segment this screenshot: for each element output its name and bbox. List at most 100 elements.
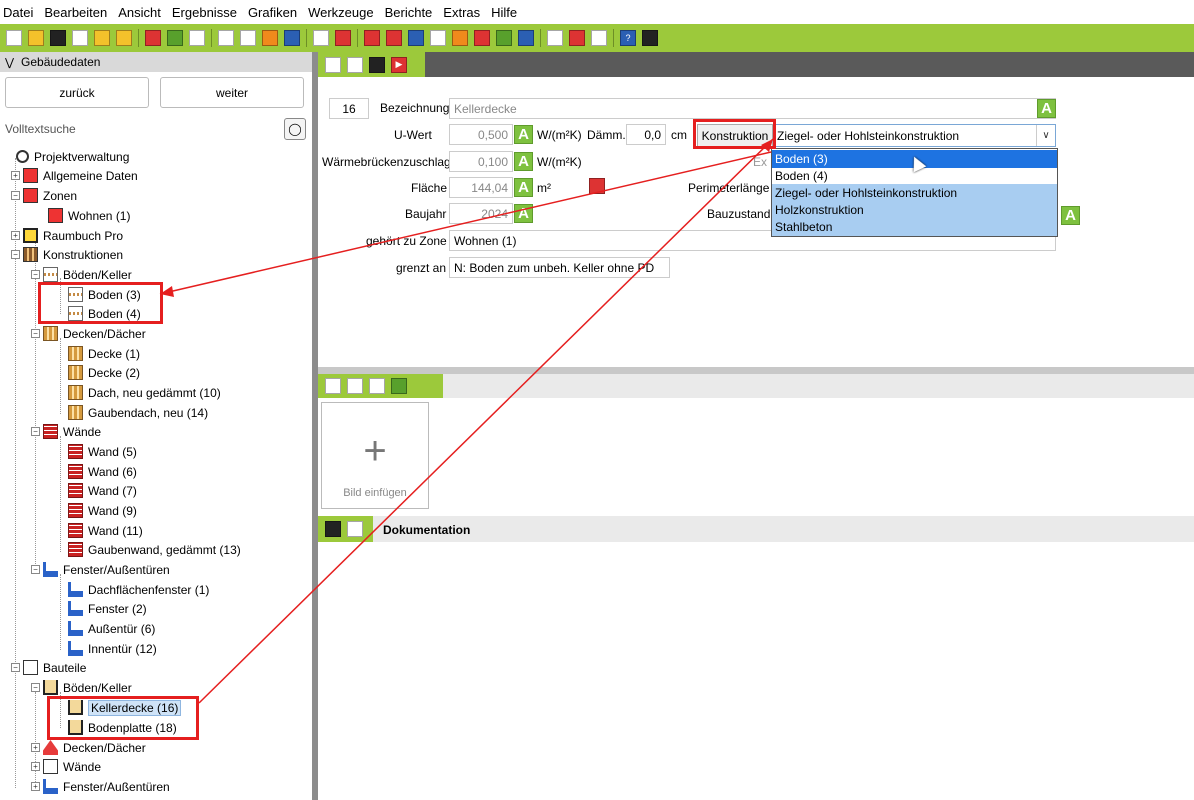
save-icon[interactable] bbox=[50, 30, 66, 46]
tree-item-konstruktionen[interactable]: − Konstruktionen bbox=[11, 245, 123, 264]
section-divider[interactable] bbox=[318, 367, 1194, 374]
save-icon[interactable] bbox=[325, 521, 341, 537]
flaeche-input[interactable]: 144,04 bbox=[449, 177, 513, 198]
tree-item-wand-5[interactable]: Wand (5) bbox=[68, 442, 137, 461]
chart-icon[interactable] bbox=[591, 30, 607, 46]
heat-icon[interactable] bbox=[364, 30, 380, 46]
dropdown-option[interactable]: Ziegel- oder Hohlsteinkonstruktion bbox=[772, 184, 1057, 202]
sum-icon[interactable] bbox=[262, 30, 278, 46]
menu-grafiken[interactable]: Grafiken bbox=[248, 5, 297, 20]
calculate-icon[interactable] bbox=[589, 178, 605, 194]
tree-item-decke-2[interactable]: Decke (2) bbox=[68, 363, 140, 382]
tree-item-innentuer-12[interactable]: Innentür (12) bbox=[68, 639, 157, 658]
tree-item-bauteile[interactable]: − Bauteile bbox=[11, 658, 86, 677]
menu-berichte[interactable]: Berichte bbox=[385, 5, 433, 20]
konstruktion-select[interactable]: Ziegel- oder Hohlsteinkonstruktion ∨ bbox=[773, 124, 1056, 147]
help-icon[interactable]: ? bbox=[620, 30, 636, 46]
wbz-input[interactable]: 0,100 bbox=[449, 151, 513, 172]
tree-item-waende[interactable]: − Wände bbox=[31, 422, 101, 441]
collapse-icon[interactable]: − bbox=[31, 565, 40, 574]
lightning-icon[interactable] bbox=[474, 30, 490, 46]
document-icon[interactable] bbox=[218, 30, 234, 46]
tree-item-wohnen[interactable]: Wohnen (1) bbox=[48, 206, 130, 225]
tree-item-dach-10[interactable]: Dach, neu gedämmt (10) bbox=[68, 383, 221, 402]
tree-item-gaubenwand-13[interactable]: Gaubenwand, gedämmt (13) bbox=[68, 540, 241, 559]
menu-ergebnisse[interactable]: Ergebnisse bbox=[172, 5, 237, 20]
open-folder-icon[interactable] bbox=[28, 30, 44, 46]
tree-item-allgemeine-daten[interactable]: + Allgemeine Daten bbox=[11, 166, 138, 185]
daemm-input[interactable]: 0,0 bbox=[626, 124, 666, 145]
tree-item-gaubendach-14[interactable]: Gaubendach, neu (14) bbox=[68, 403, 208, 422]
export-icon[interactable] bbox=[116, 30, 132, 46]
pdf-icon[interactable] bbox=[569, 30, 585, 46]
tree-item-bauteile-decken-daecher[interactable]: + Decken/Dächer bbox=[31, 738, 146, 757]
tree-item-zonen[interactable]: − Zonen bbox=[11, 186, 77, 205]
tree-item-bauteile-fenster[interactable]: + Fenster/Außentüren bbox=[31, 777, 170, 796]
print-icon[interactable] bbox=[547, 30, 563, 46]
auto-badge-icon[interactable]: A bbox=[1037, 99, 1056, 118]
move-icon[interactable] bbox=[325, 56, 341, 73]
info-icon[interactable] bbox=[408, 30, 424, 46]
tree-item-decken-daecher[interactable]: − Decken/Dächer bbox=[31, 324, 146, 343]
tree-item-projektverwaltung[interactable]: Projektverwaltung bbox=[16, 147, 129, 166]
tree-item-decke-1[interactable]: Decke (1) bbox=[68, 344, 140, 363]
menu-datei[interactable]: Datei bbox=[3, 5, 33, 20]
auto-badge-icon[interactable]: A bbox=[1061, 206, 1080, 225]
tree-item-wand-11[interactable]: Wand (11) bbox=[68, 521, 143, 540]
auto-badge-icon[interactable]: A bbox=[514, 152, 533, 171]
chevron-down-icon[interactable]: ∨ bbox=[1036, 125, 1055, 146]
collapse-icon[interactable]: ⋁ bbox=[5, 56, 14, 69]
tree-item-wand-9[interactable]: Wand (9) bbox=[68, 501, 137, 520]
new-file-icon[interactable] bbox=[6, 30, 22, 46]
import-icon[interactable] bbox=[94, 30, 110, 46]
import-image-icon[interactable] bbox=[391, 378, 407, 394]
video-icon[interactable]: ▶ bbox=[391, 56, 407, 73]
collapse-icon[interactable]: − bbox=[11, 250, 20, 259]
tree-item-wand-6[interactable]: Wand (6) bbox=[68, 462, 137, 481]
undo-icon[interactable] bbox=[145, 30, 161, 46]
collapse-icon[interactable]: − bbox=[31, 270, 40, 279]
duplicate-icon[interactable] bbox=[347, 56, 363, 73]
report-icon[interactable] bbox=[386, 30, 402, 46]
tree-item-bauteile-waende[interactable]: + Wände bbox=[31, 757, 101, 776]
tree-item-dachflaechenfenster-1[interactable]: Dachflächenfenster (1) bbox=[68, 580, 209, 599]
grid-icon[interactable] bbox=[518, 30, 534, 46]
panel-splitter[interactable] bbox=[312, 52, 318, 800]
wizard-icon[interactable] bbox=[189, 30, 205, 46]
uwert-input[interactable]: 0,500 bbox=[449, 124, 513, 145]
tree-item-fenster-aussentueren[interactable]: − Fenster/Außentüren bbox=[31, 560, 170, 579]
add-image-button[interactable]: + Bild einfügen bbox=[321, 402, 429, 509]
menu-ansicht[interactable]: Ansicht bbox=[118, 5, 161, 20]
sun-icon[interactable] bbox=[452, 30, 468, 46]
copy-icon[interactable] bbox=[72, 30, 88, 46]
tree-item-wand-7[interactable]: Wand (7) bbox=[68, 481, 137, 500]
hierarchy-icon[interactable] bbox=[313, 30, 329, 46]
back-button[interactable]: zurück bbox=[5, 77, 149, 108]
collapse-icon[interactable]: − bbox=[31, 427, 40, 436]
collapse-icon[interactable]: − bbox=[31, 329, 40, 338]
tree-item-fenster-2[interactable]: Fenster (2) bbox=[68, 599, 147, 618]
paste-image-icon[interactable] bbox=[347, 378, 363, 394]
globe-icon[interactable] bbox=[430, 30, 446, 46]
add-image-icon[interactable] bbox=[325, 378, 341, 394]
baujahr-input[interactable]: 2024 bbox=[449, 203, 513, 224]
sum-blue-icon[interactable] bbox=[284, 30, 300, 46]
redo-icon[interactable] bbox=[167, 30, 183, 46]
copy-icon[interactable] bbox=[347, 521, 363, 537]
home-icon[interactable] bbox=[496, 30, 512, 46]
expand-icon[interactable]: + bbox=[31, 762, 40, 771]
menu-extras[interactable]: Extras bbox=[443, 5, 480, 20]
image-options-icon[interactable] bbox=[369, 378, 385, 394]
tree-item-raumbuch[interactable]: + Raumbuch Pro bbox=[11, 226, 123, 245]
menu-hilfe[interactable]: Hilfe bbox=[491, 5, 517, 20]
expand-icon[interactable]: + bbox=[31, 743, 40, 752]
expand-icon[interactable]: + bbox=[31, 782, 40, 791]
menu-bearbeiten[interactable]: Bearbeiten bbox=[44, 5, 107, 20]
collapse-icon[interactable]: − bbox=[11, 663, 20, 672]
collapse-icon[interactable]: − bbox=[11, 191, 20, 200]
auto-badge-icon[interactable]: A bbox=[514, 178, 533, 197]
element-number[interactable]: 16 bbox=[329, 98, 369, 119]
list-icon[interactable] bbox=[335, 30, 351, 46]
catalog-icon[interactable] bbox=[369, 56, 385, 73]
panel-header[interactable]: ⋁ Gebäudedaten bbox=[0, 52, 312, 72]
